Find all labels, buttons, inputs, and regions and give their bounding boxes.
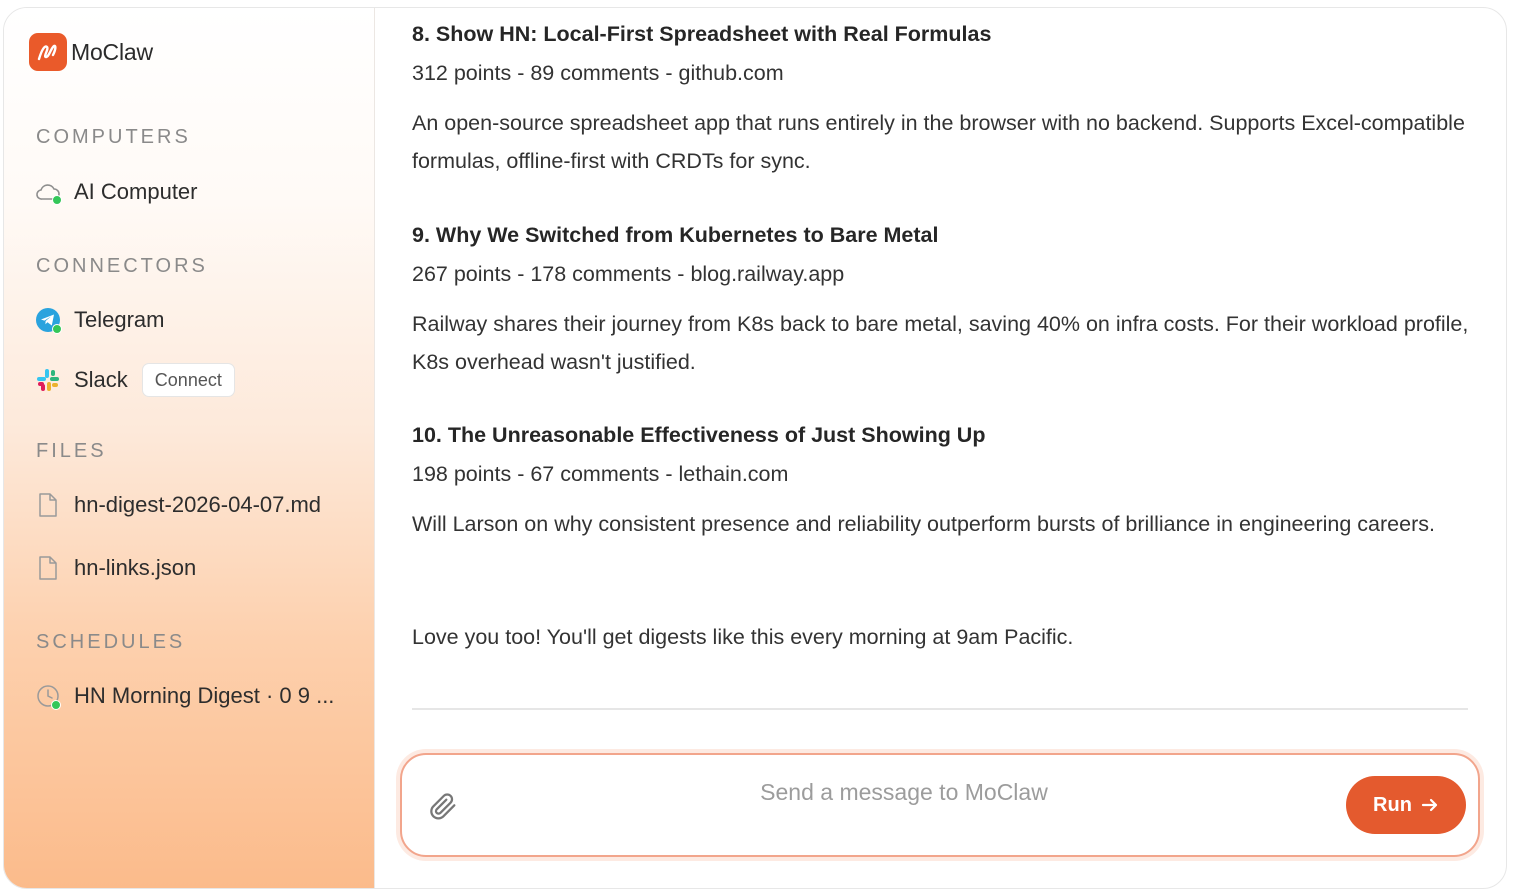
sidebar-item-schedule[interactable]: HN Morning Digest · 0 9 ... xyxy=(34,682,334,710)
sidebar-item-ai-computer[interactable]: AI Computer xyxy=(34,178,198,206)
sidebar-item-label: AI Computer xyxy=(74,179,198,204)
section-heading-connectors: CONNECTORS xyxy=(36,255,208,277)
story-title: 9. Why We Switched from Kubernetes to Ba… xyxy=(412,223,939,247)
sidebar-item-slack[interactable]: Slack Connect xyxy=(34,363,235,397)
story-description: An open-source spreadsheet app that runs… xyxy=(412,111,1465,173)
sidebar-item-file[interactable]: hn-digest-2026-04-07.md xyxy=(34,491,321,519)
sidebar-item-label: Slack xyxy=(74,367,128,392)
message-input[interactable] xyxy=(522,773,1286,811)
run-button[interactable]: Run xyxy=(1346,776,1466,834)
sidebar-item-label: Telegram xyxy=(74,307,165,332)
clock-icon xyxy=(34,682,62,710)
cloud-icon xyxy=(34,178,62,206)
app-window: MoClaw COMPUTERS AI Computer CONNECTORS … xyxy=(3,7,1507,889)
section-heading-schedules: SCHEDULES xyxy=(36,631,186,653)
story-meta: 198 points - 67 comments - lethain.com xyxy=(412,462,789,486)
divider xyxy=(412,708,1468,710)
telegram-icon xyxy=(34,306,62,334)
paperclip-icon[interactable] xyxy=(427,790,459,822)
connect-slack-button[interactable]: Connect xyxy=(141,363,235,397)
sidebar-item-telegram[interactable]: Telegram xyxy=(34,306,164,334)
story-meta: 267 points - 178 comments - blog.railway… xyxy=(412,262,845,286)
closing-message: Love you too! You'll get digests like th… xyxy=(412,625,1074,649)
story-meta: 312 points - 89 comments - github.com xyxy=(412,61,784,85)
run-button-label: Run xyxy=(1373,793,1412,816)
arrow-right-icon xyxy=(1421,798,1438,812)
sidebar-item-label: hn-links.json xyxy=(74,555,197,580)
status-dot xyxy=(51,700,61,710)
file-icon xyxy=(34,554,62,582)
status-dot xyxy=(52,195,62,205)
story-description: Will Larson on why consistent presence a… xyxy=(412,512,1435,536)
brand[interactable]: MoClaw xyxy=(29,33,153,71)
sidebar: MoClaw COMPUTERS AI Computer CONNECTORS … xyxy=(4,8,375,888)
moclaw-logo-icon xyxy=(29,33,67,71)
story-title: 8. Show HN: Local-First Spreadsheet with… xyxy=(412,22,992,46)
section-heading-computers: COMPUTERS xyxy=(36,126,191,148)
slack-icon xyxy=(34,366,62,394)
file-icon xyxy=(34,491,62,519)
sidebar-item-file[interactable]: hn-links.json xyxy=(34,554,196,582)
sidebar-item-label: HN Morning Digest · 0 9 ... xyxy=(74,683,335,708)
chat-panel: 8. Show HN: Local-First Spreadsheet with… xyxy=(375,8,1506,888)
brand-name: MoClaw xyxy=(71,38,153,65)
message-composer: Run xyxy=(400,753,1480,857)
sidebar-item-label: hn-digest-2026-04-07.md xyxy=(74,492,322,517)
status-dot xyxy=(52,324,62,334)
story-title: 10. The Unreasonable Effectiveness of Ju… xyxy=(412,423,986,447)
story-description: Railway shares their journey from K8s ba… xyxy=(412,312,1469,374)
section-heading-files: FILES xyxy=(36,440,107,462)
